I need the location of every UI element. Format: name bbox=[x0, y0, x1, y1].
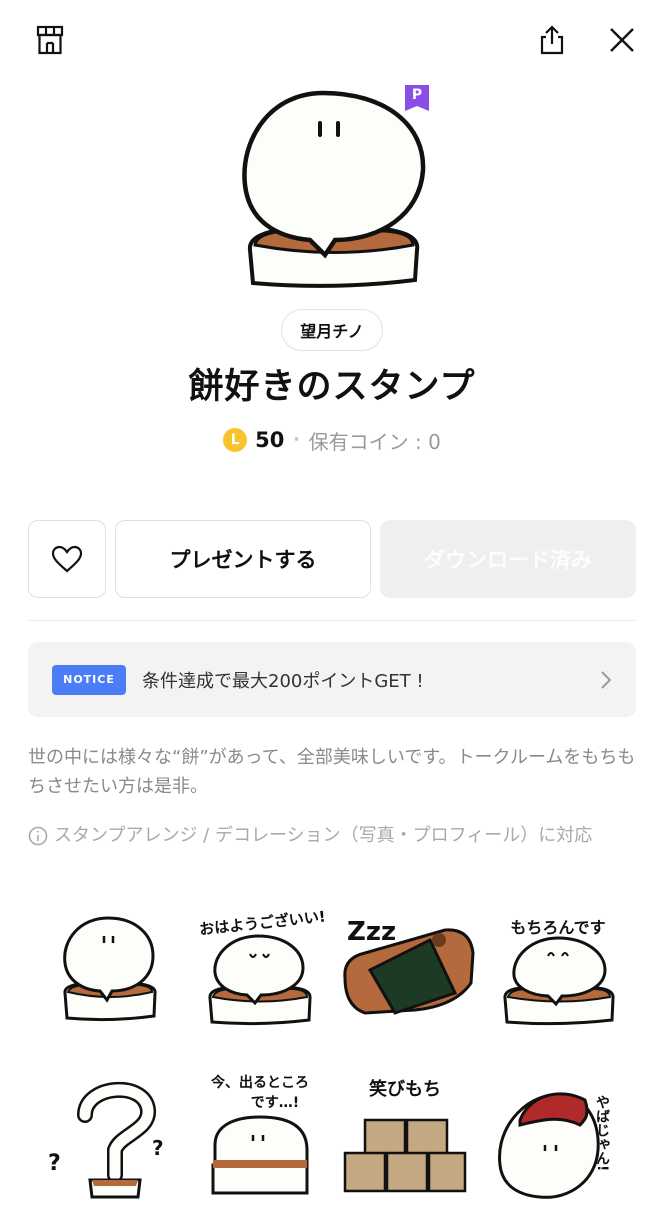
owned-coins: 保有コイン : 0 bbox=[308, 429, 441, 454]
close-button[interactable] bbox=[600, 20, 644, 60]
sticker-8-caption: やばじゃん! bbox=[594, 1095, 610, 1171]
notice-text: 条件達成で最大200ポイントGET ! bbox=[142, 670, 424, 692]
download-button[interactable]: ダウンロード済み bbox=[380, 520, 636, 598]
price-separator: • bbox=[292, 432, 301, 448]
notice-banner[interactable]: NOTICE 条件達成で最大200ポイントGET ! bbox=[28, 642, 636, 717]
author-chip[interactable]: 望月チノ bbox=[281, 309, 383, 351]
svg-text:?: ? bbox=[48, 1151, 61, 1176]
premium-badge: P bbox=[405, 85, 429, 111]
sticker-6-caption-1: 今、出るところ bbox=[210, 1074, 309, 1091]
favorite-button[interactable] bbox=[28, 520, 106, 598]
sticker-7-caption: 笑びもち bbox=[369, 1078, 441, 1100]
sticker-item-1[interactable] bbox=[40, 898, 180, 1038]
notice-badge: NOTICE bbox=[52, 664, 126, 695]
sticker-item-2[interactable]: おはようございい! bbox=[195, 898, 335, 1038]
gift-button[interactable]: プレゼントする bbox=[115, 520, 371, 598]
arrange-note: スタンプアレンジ / デコレーション（写真・プロフィール）に対応 bbox=[28, 822, 638, 850]
sticker-3-caption: Zzz bbox=[347, 917, 396, 947]
svg-text:?: ? bbox=[152, 1136, 164, 1160]
sticker-2-caption: おはようございい! bbox=[198, 907, 326, 938]
sticker-title: 餅好きのスタンプ bbox=[188, 367, 476, 407]
sticker-6-caption-2: です…! bbox=[251, 1095, 299, 1111]
share-icon bbox=[540, 25, 564, 55]
arrange-note-text: スタンプアレンジ / デコレーション（写真・プロフィール）に対応 bbox=[54, 825, 593, 846]
sticker-item-3[interactable]: Zzz bbox=[335, 898, 475, 1038]
chevron-right-icon bbox=[601, 670, 612, 689]
divider bbox=[28, 620, 636, 621]
sticker-item-5[interactable]: ? ? bbox=[40, 1065, 180, 1205]
share-button[interactable] bbox=[530, 20, 574, 60]
heart-icon bbox=[51, 545, 83, 573]
sticker-item-4[interactable]: もちろんです bbox=[490, 898, 630, 1038]
coin-icon: L bbox=[223, 428, 248, 452]
price-row: L 50 • 保有コイン : 0 bbox=[0, 424, 664, 456]
shop-button[interactable] bbox=[28, 20, 72, 60]
sticker-item-7[interactable]: 笑びもち bbox=[335, 1065, 475, 1205]
sticker-4-caption: もちろんです bbox=[510, 918, 605, 937]
sticker-item-8[interactable]: やばじゃん! bbox=[490, 1065, 630, 1205]
description: 世の中には様々な“餅”があって、全部美味しいです。トークルームをもちもちさせたい… bbox=[28, 747, 636, 797]
sticker-item-6[interactable]: 今、出るところ です…! bbox=[195, 1065, 335, 1205]
shop-icon bbox=[36, 25, 64, 55]
author-name: 望月チノ bbox=[300, 322, 364, 341]
info-icon bbox=[28, 826, 48, 846]
price-value: 50 bbox=[255, 428, 285, 452]
close-icon bbox=[610, 28, 634, 52]
main-sticker-image bbox=[242, 90, 426, 288]
